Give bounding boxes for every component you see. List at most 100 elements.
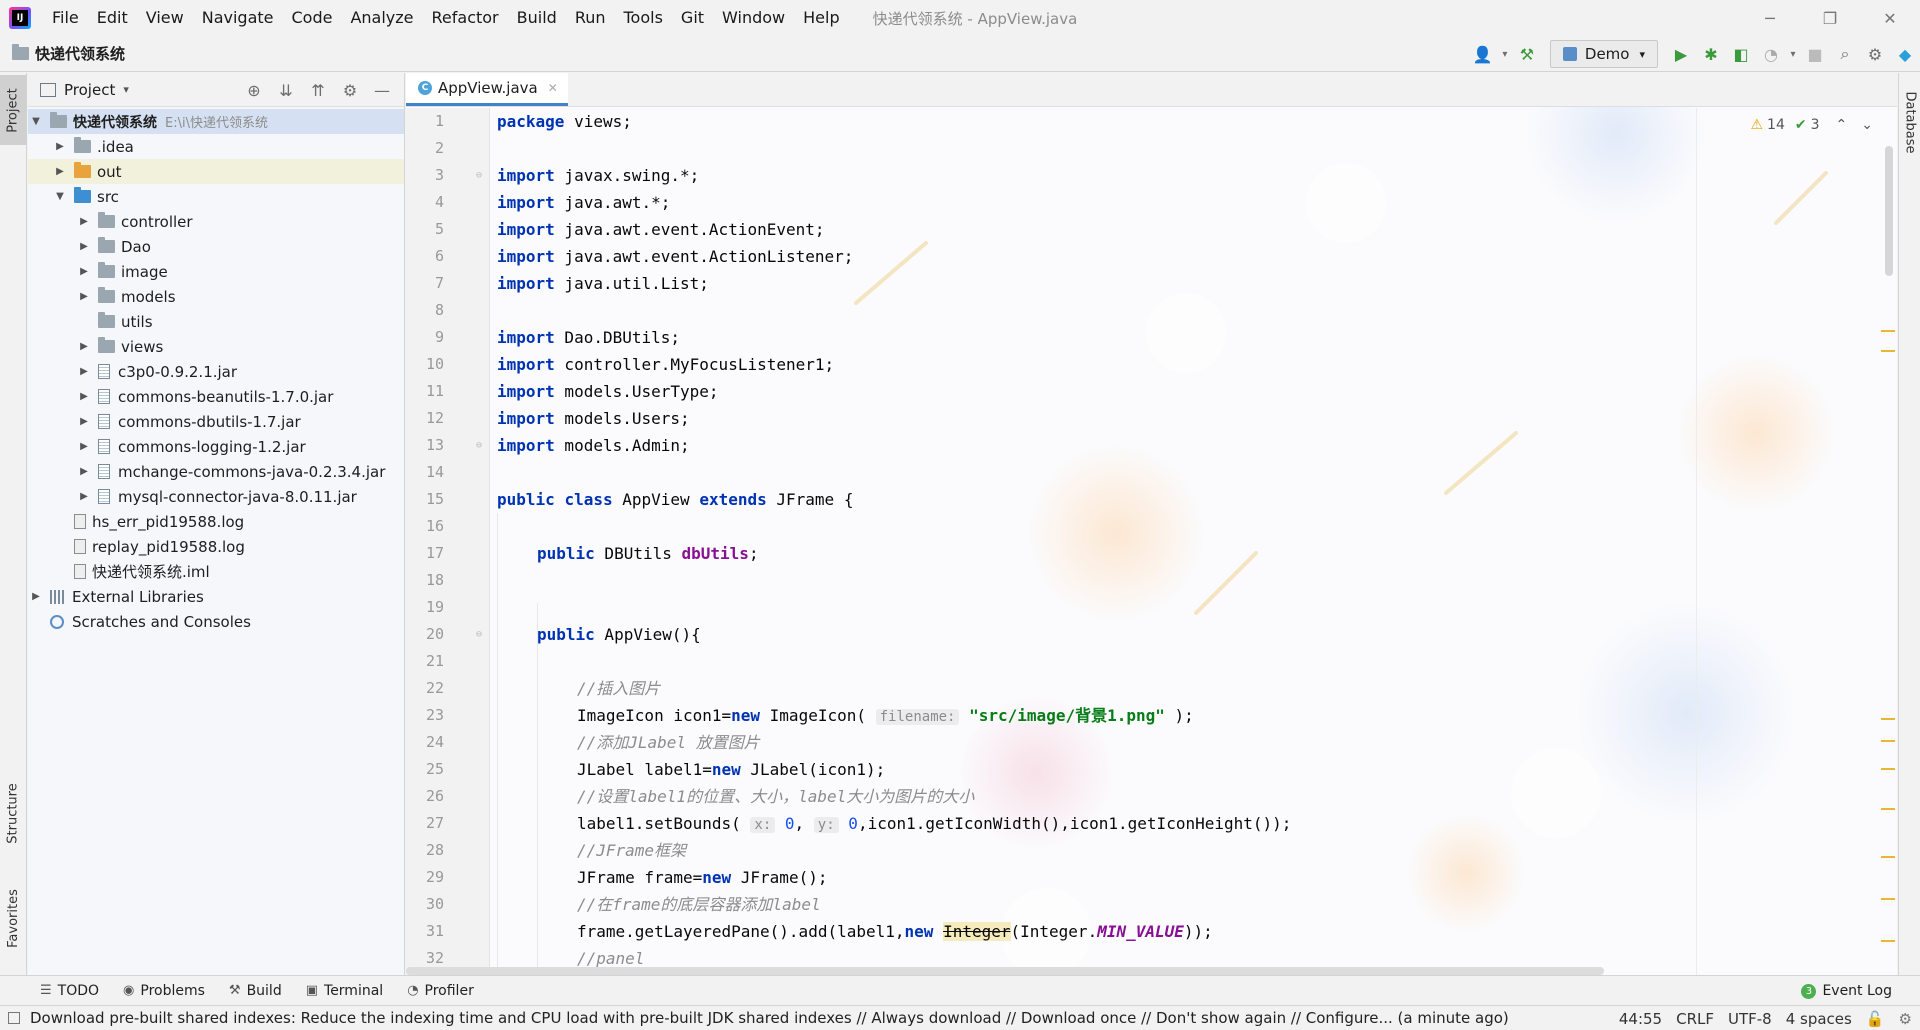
menu-code[interactable]: Code bbox=[283, 0, 342, 36]
breadcrumb[interactable]: 快递代领系统 bbox=[12, 43, 125, 64]
warning-marker[interactable] bbox=[1881, 898, 1895, 900]
tool-terminal[interactable]: ▣ Terminal bbox=[306, 983, 383, 999]
tab-favorites[interactable]: Favorites bbox=[0, 873, 27, 963]
menu-build[interactable]: Build bbox=[508, 0, 566, 36]
menu-refactor[interactable]: Refactor bbox=[423, 0, 508, 36]
hide-icon[interactable]: — bbox=[366, 75, 398, 105]
warning-marker[interactable] bbox=[1881, 856, 1895, 858]
tree-item[interactable]: utils bbox=[28, 309, 404, 334]
chevron-right-icon[interactable]: ▶ bbox=[76, 466, 92, 477]
chevron-right-icon[interactable]: ▶ bbox=[76, 216, 92, 227]
tree-item[interactable]: ▶ External Libraries bbox=[28, 584, 404, 609]
warning-marker[interactable] bbox=[1881, 940, 1895, 942]
menu-view[interactable]: View bbox=[137, 0, 193, 36]
tree-item[interactable]: ▶ .idea bbox=[28, 134, 404, 159]
locate-icon[interactable]: ⊕ bbox=[238, 75, 270, 105]
chevron-right-icon[interactable]: ▶ bbox=[76, 266, 92, 277]
tree-item[interactable]: replay_pid19588.log bbox=[28, 534, 404, 559]
tool-window-toggle-icon[interactable] bbox=[8, 1012, 20, 1024]
chevron-right-icon[interactable]: ▶ bbox=[76, 416, 92, 427]
menu-run[interactable]: Run bbox=[566, 0, 615, 36]
tree-item[interactable]: ▶ out bbox=[28, 159, 404, 184]
run-icon[interactable]: ▶ bbox=[1666, 39, 1696, 69]
tree-item[interactable]: ▶ mysql-connector-java-8.0.11.jar bbox=[28, 484, 404, 509]
tree-item[interactable]: ▶ c3p0-0.9.2.1.jar bbox=[28, 359, 404, 384]
menu-file[interactable]: File bbox=[43, 0, 88, 36]
chevron-down-icon[interactable]: ▼ bbox=[52, 191, 68, 202]
tree-item[interactable]: ▶ commons-beanutils-1.7.0.jar bbox=[28, 384, 404, 409]
tree-item[interactable]: ▶ models bbox=[28, 284, 404, 309]
chevron-right-icon[interactable]: ▶ bbox=[76, 391, 92, 402]
warning-marker[interactable] bbox=[1881, 740, 1895, 742]
tool-event-log[interactable]: 3 Event Log bbox=[1801, 976, 1892, 1006]
chevron-down-icon[interactable]: ▾ bbox=[1498, 39, 1512, 69]
memory-indicator-icon[interactable]: ⚙ bbox=[1899, 1010, 1912, 1028]
tool-todo[interactable]: ☰ TODO bbox=[40, 983, 99, 999]
search-icon[interactable]: ⌕ bbox=[1830, 39, 1860, 69]
tree-item[interactable]: ▶ controller bbox=[28, 209, 404, 234]
chevron-down-icon[interactable]: ▼ bbox=[28, 116, 44, 127]
warning-marker[interactable] bbox=[1881, 350, 1895, 352]
menu-help[interactable]: Help bbox=[794, 0, 848, 36]
file-encoding[interactable]: UTF-8 bbox=[1728, 1010, 1772, 1028]
lock-icon[interactable]: 🔓 bbox=[1866, 1010, 1885, 1028]
tree-item[interactable]: ▼ src bbox=[28, 184, 404, 209]
tab-project[interactable]: Project bbox=[0, 75, 27, 145]
chevron-right-icon[interactable]: ▶ bbox=[52, 141, 68, 152]
close-icon[interactable]: ✕ bbox=[548, 81, 558, 95]
menu-git[interactable]: Git bbox=[672, 0, 713, 36]
expand-all-icon[interactable]: ⇊ bbox=[270, 75, 302, 105]
breadcrumb-project[interactable]: 快递代领系统 bbox=[35, 43, 125, 64]
tree-item[interactable]: ▶ commons-logging-1.2.jar bbox=[28, 434, 404, 459]
tree-item[interactable]: ▼ 快递代领系统 E:\i\快递代领系统 bbox=[28, 109, 404, 134]
chevron-right-icon[interactable]: ▶ bbox=[76, 341, 92, 352]
line-separator[interactable]: CRLF bbox=[1676, 1010, 1714, 1028]
menu-window[interactable]: Window bbox=[713, 0, 794, 36]
status-message[interactable]: Download pre-built shared indexes: Reduc… bbox=[8, 1009, 1509, 1027]
plugin-icon[interactable]: ◆ bbox=[1890, 39, 1920, 69]
warning-marker[interactable] bbox=[1881, 768, 1895, 770]
profile-icon[interactable]: ◔ bbox=[1756, 39, 1786, 69]
tab-appview-java[interactable]: C AppView.java ✕ bbox=[406, 73, 568, 106]
tree-item[interactable]: ▶ views bbox=[28, 334, 404, 359]
fold-icon[interactable]: ⊖ bbox=[476, 621, 482, 648]
close-button[interactable]: ✕ bbox=[1860, 0, 1920, 36]
menu-tools[interactable]: Tools bbox=[615, 0, 672, 36]
chevron-down-icon[interactable]: ▾ bbox=[123, 83, 129, 96]
tool-problems[interactable]: ◉ Problems bbox=[123, 983, 205, 999]
warning-marker[interactable] bbox=[1881, 718, 1895, 720]
chevron-right-icon[interactable]: ▶ bbox=[76, 241, 92, 252]
user-icon[interactable]: 👤 bbox=[1468, 39, 1498, 69]
stop-icon[interactable]: ■ bbox=[1800, 39, 1830, 69]
chevron-right-icon[interactable]: ▶ bbox=[76, 491, 92, 502]
chevron-down-icon[interactable]: ▾ bbox=[1786, 39, 1800, 69]
error-stripe[interactable] bbox=[1879, 108, 1897, 975]
coverage-icon[interactable]: ◧ bbox=[1726, 39, 1756, 69]
debug-icon[interactable]: ✱ bbox=[1696, 39, 1726, 69]
minimize-button[interactable]: ─ bbox=[1740, 0, 1800, 36]
caret-position[interactable]: 44:55 bbox=[1619, 1010, 1662, 1028]
chevron-right-icon[interactable]: ▶ bbox=[28, 591, 44, 602]
code-area[interactable]: 1 package views; 2 3 ⊖ import javax.swing.*… bbox=[406, 108, 1897, 975]
tab-structure[interactable]: Structure bbox=[0, 773, 27, 853]
chevron-right-icon[interactable]: ▶ bbox=[76, 441, 92, 452]
maximize-button[interactable]: ❐ bbox=[1800, 0, 1860, 36]
warning-marker[interactable] bbox=[1881, 808, 1895, 810]
menu-edit[interactable]: Edit bbox=[88, 0, 137, 36]
horizontal-scrollbar[interactable] bbox=[406, 967, 1604, 975]
menu-navigate[interactable]: Navigate bbox=[193, 0, 283, 36]
chevron-right-icon[interactable]: ▶ bbox=[52, 166, 68, 177]
run-config-select[interactable]: Demo ▾ bbox=[1549, 40, 1658, 68]
gear-icon[interactable]: ⚙ bbox=[334, 75, 366, 105]
build-hammer-icon[interactable]: ⚒ bbox=[1512, 39, 1542, 69]
warning-marker[interactable] bbox=[1881, 330, 1895, 332]
tree-item[interactable]: hs_err_pid19588.log bbox=[28, 509, 404, 534]
collapse-all-icon[interactable]: ⇈ bbox=[302, 75, 334, 105]
tree-item[interactable]: ▶ mchange-commons-java-0.2.3.4.jar bbox=[28, 459, 404, 484]
tool-build[interactable]: ⚒ Build bbox=[229, 983, 282, 999]
vertical-scrollbar[interactable] bbox=[1885, 146, 1893, 276]
tab-database[interactable]: Database bbox=[1899, 77, 1920, 167]
tree-item[interactable]: 快递代领系统.iml bbox=[28, 559, 404, 584]
fold-icon[interactable]: ⊖ bbox=[476, 162, 482, 189]
menu-analyze[interactable]: Analyze bbox=[341, 0, 422, 36]
